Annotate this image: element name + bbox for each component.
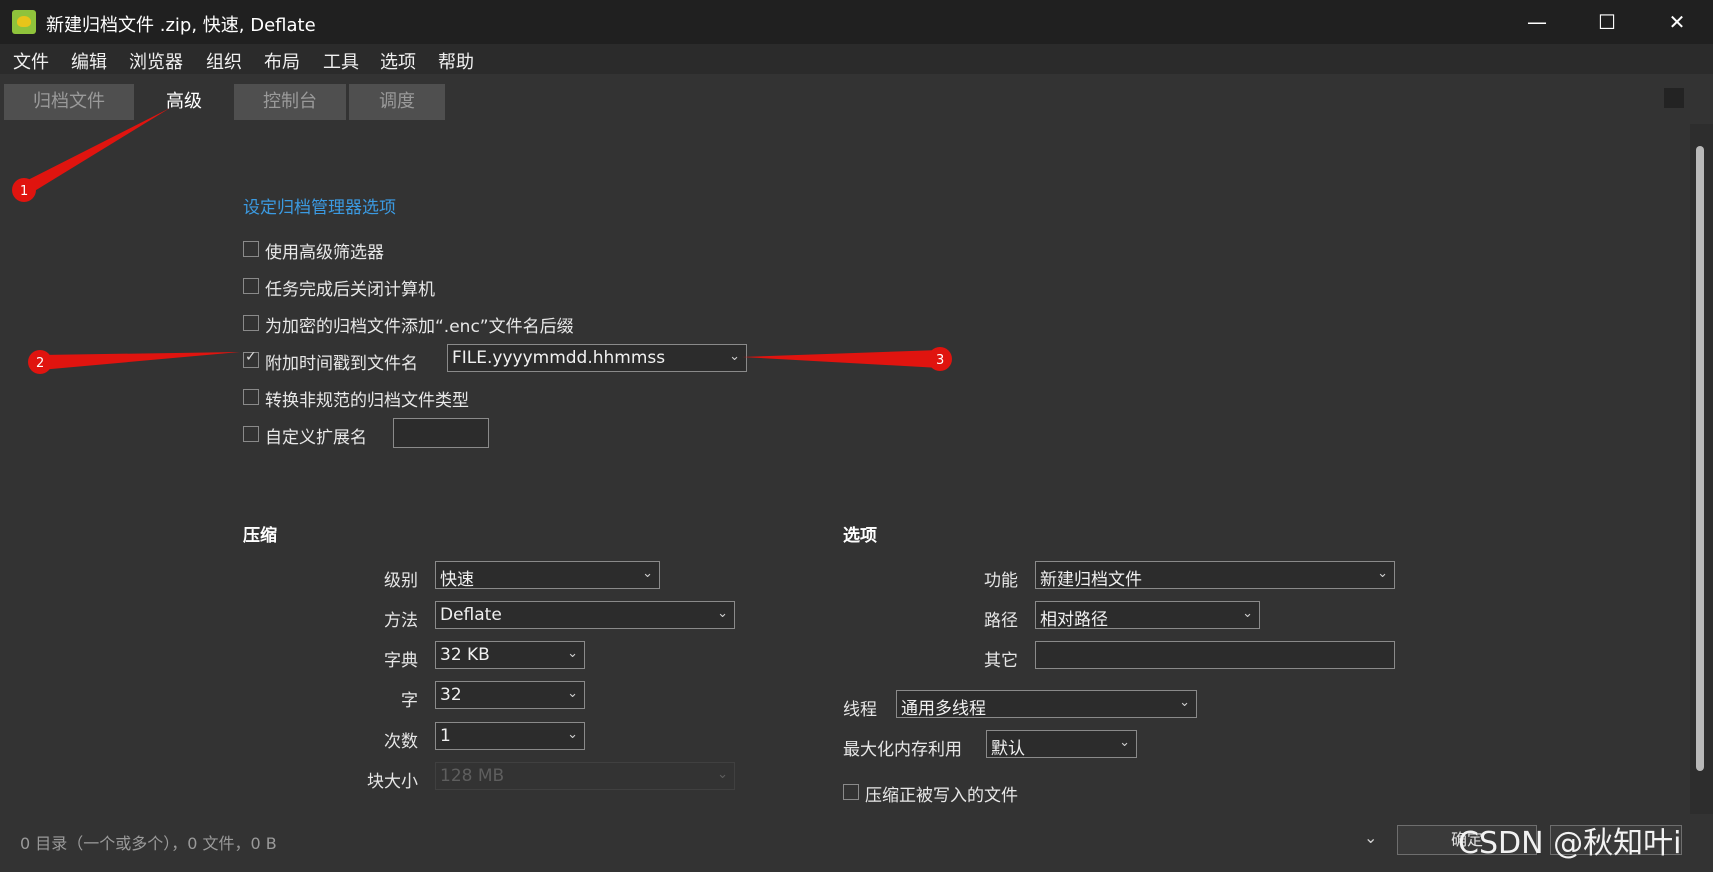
- annotation-arrow-1: [18, 108, 170, 195]
- other-label: 其它: [984, 651, 1018, 671]
- select-value: FILE.yyyymmdd.hhmmss: [452, 348, 666, 368]
- annotation-number-2: 2: [36, 356, 44, 371]
- option-label: 附加时间戳到文件名: [265, 354, 418, 374]
- method-select[interactable]: Deflate ⌄: [435, 601, 735, 629]
- dictionary-select[interactable]: 32 KB ⌄: [435, 641, 585, 669]
- watermark-text: CSDN @秋知叶i: [1458, 826, 1682, 861]
- annotation-badge-1: [12, 178, 36, 202]
- path-select[interactable]: 相对路径 ⌄: [1035, 601, 1260, 630]
- menu-browser[interactable]: 浏览器: [129, 48, 183, 74]
- level-select[interactable]: 快速 ⌄: [435, 561, 660, 590]
- annotation-arrow-3: [742, 350, 940, 368]
- tab-console[interactable]: 控制台: [234, 84, 346, 120]
- threads-select[interactable]: 通用多线程 ⌄: [896, 690, 1197, 719]
- tab-advanced[interactable]: 高级: [136, 84, 232, 120]
- chevron-down-icon: ⌄: [717, 767, 728, 782]
- chevron-down-icon: ⌄: [1377, 566, 1388, 581]
- select-value: 32 KB: [440, 645, 490, 665]
- option-label: 任务完成后关闭计算机: [265, 280, 435, 300]
- menu-help[interactable]: 帮助: [438, 48, 474, 74]
- checkbox[interactable]: [843, 784, 859, 800]
- menu-layout[interactable]: 布局: [264, 48, 300, 74]
- app-window: 新建归档文件 .zip, 快速, Deflate — ☐ ✕ 文件 编辑 浏览器…: [0, 0, 1713, 872]
- memory-select[interactable]: 默认 ⌄: [986, 730, 1137, 759]
- checkbox[interactable]: [243, 278, 259, 294]
- select-value: 新建归档文件: [1040, 570, 1142, 590]
- select-value: 128 MB: [440, 766, 505, 786]
- select-value: 快速: [440, 570, 474, 590]
- chevron-down-icon: ⌄: [1242, 606, 1253, 621]
- tab-archive[interactable]: 归档文件: [4, 84, 134, 120]
- select-value: 1: [440, 726, 451, 746]
- passes-select[interactable]: 1 ⌄: [435, 722, 585, 750]
- checkbox[interactable]: [243, 389, 259, 405]
- select-value: 相对路径: [1040, 610, 1108, 630]
- archive-manager-options-link[interactable]: 设定归档管理器选项: [243, 193, 396, 218]
- tab-schedule[interactable]: 调度: [349, 84, 445, 120]
- select-value: Deflate: [440, 605, 502, 625]
- menu-options[interactable]: 选项: [380, 48, 416, 74]
- title-bar: 新建归档文件 .zip, 快速, Deflate — ☐ ✕: [0, 0, 1713, 44]
- scrollbar-thumb[interactable]: [1696, 146, 1704, 771]
- vertical-scrollbar[interactable]: [1690, 124, 1713, 814]
- option-label: 转换非规范的归档文件类型: [265, 391, 469, 411]
- menu-organize[interactable]: 组织: [206, 48, 242, 74]
- timestamp-format-select[interactable]: FILE.yyyymmdd.hhmmss ⌄: [447, 344, 747, 372]
- chevron-down-icon: ⌄: [729, 349, 740, 364]
- dictionary-label: 字典: [384, 651, 418, 671]
- word-label: 字: [401, 691, 418, 711]
- select-value: 通用多线程: [901, 699, 986, 719]
- maximize-button[interactable]: ☐: [1584, 6, 1630, 38]
- function-select[interactable]: 新建归档文件 ⌄: [1035, 561, 1395, 590]
- select-value: 32: [440, 685, 462, 705]
- memory-label: 最大化内存利用: [843, 740, 962, 760]
- other-input[interactable]: [1035, 641, 1395, 669]
- chevron-down-icon: ⌄: [1119, 735, 1130, 750]
- compression-heading: 压缩: [243, 526, 277, 546]
- annotation-badge-3: [928, 347, 952, 371]
- chevron-down-icon: ⌄: [567, 727, 578, 742]
- checkbox-checked[interactable]: [243, 349, 259, 368]
- status-summary: 0 目录（一个或多个），0 文件，0 B: [20, 834, 277, 853]
- option-label: 使用高级筛选器: [265, 243, 384, 263]
- path-label: 路径: [984, 611, 1018, 631]
- options-heading: 选项: [843, 526, 877, 546]
- window-title: 新建归档文件 .zip, 快速, Deflate: [46, 15, 316, 36]
- chevron-down-icon: ⌄: [567, 646, 578, 661]
- method-label: 方法: [384, 611, 418, 631]
- annotation-number-3: 3: [936, 353, 944, 368]
- checkbox[interactable]: [243, 241, 259, 257]
- annotation-arrow-2: [40, 352, 240, 370]
- chevron-down-icon: ⌄: [642, 566, 653, 581]
- chevron-down-icon: ⌄: [567, 686, 578, 701]
- annotation-number-1: 1: [20, 184, 28, 199]
- close-button[interactable]: ✕: [1654, 6, 1700, 38]
- block-size-label: 块大小: [367, 772, 418, 792]
- select-value: 默认: [991, 739, 1025, 759]
- panel-toggle-icon[interactable]: [1664, 88, 1684, 108]
- annotation-badge-2: [28, 350, 52, 374]
- threads-label: 线程: [843, 700, 877, 720]
- level-label: 级别: [384, 571, 418, 591]
- checkbox[interactable]: [243, 315, 259, 331]
- checkbox[interactable]: [243, 426, 259, 442]
- function-label: 功能: [984, 571, 1018, 591]
- option-label: 为加密的归档文件添加“.enc”文件名后缀: [265, 317, 574, 337]
- menu-edit[interactable]: 编辑: [71, 48, 107, 74]
- menu-bar: 文件 编辑 浏览器 组织 布局 工具 选项 帮助: [0, 44, 1713, 74]
- option-label: 自定义扩展名: [265, 428, 367, 448]
- minimize-button[interactable]: —: [1514, 6, 1560, 38]
- chevron-down-icon: ⌄: [1179, 695, 1190, 710]
- chevron-down-icon: ⌄: [717, 606, 728, 621]
- chevron-down-icon[interactable]: ⌄: [1364, 828, 1377, 847]
- custom-extension-input[interactable]: [393, 418, 489, 448]
- block-size-select: 128 MB ⌄: [435, 762, 735, 790]
- app-icon: [12, 10, 36, 34]
- option-label: 压缩正被写入的文件: [865, 786, 1018, 806]
- menu-file[interactable]: 文件: [13, 48, 49, 74]
- passes-label: 次数: [384, 732, 418, 752]
- word-select[interactable]: 32 ⌄: [435, 681, 585, 709]
- menu-tools[interactable]: 工具: [323, 48, 359, 74]
